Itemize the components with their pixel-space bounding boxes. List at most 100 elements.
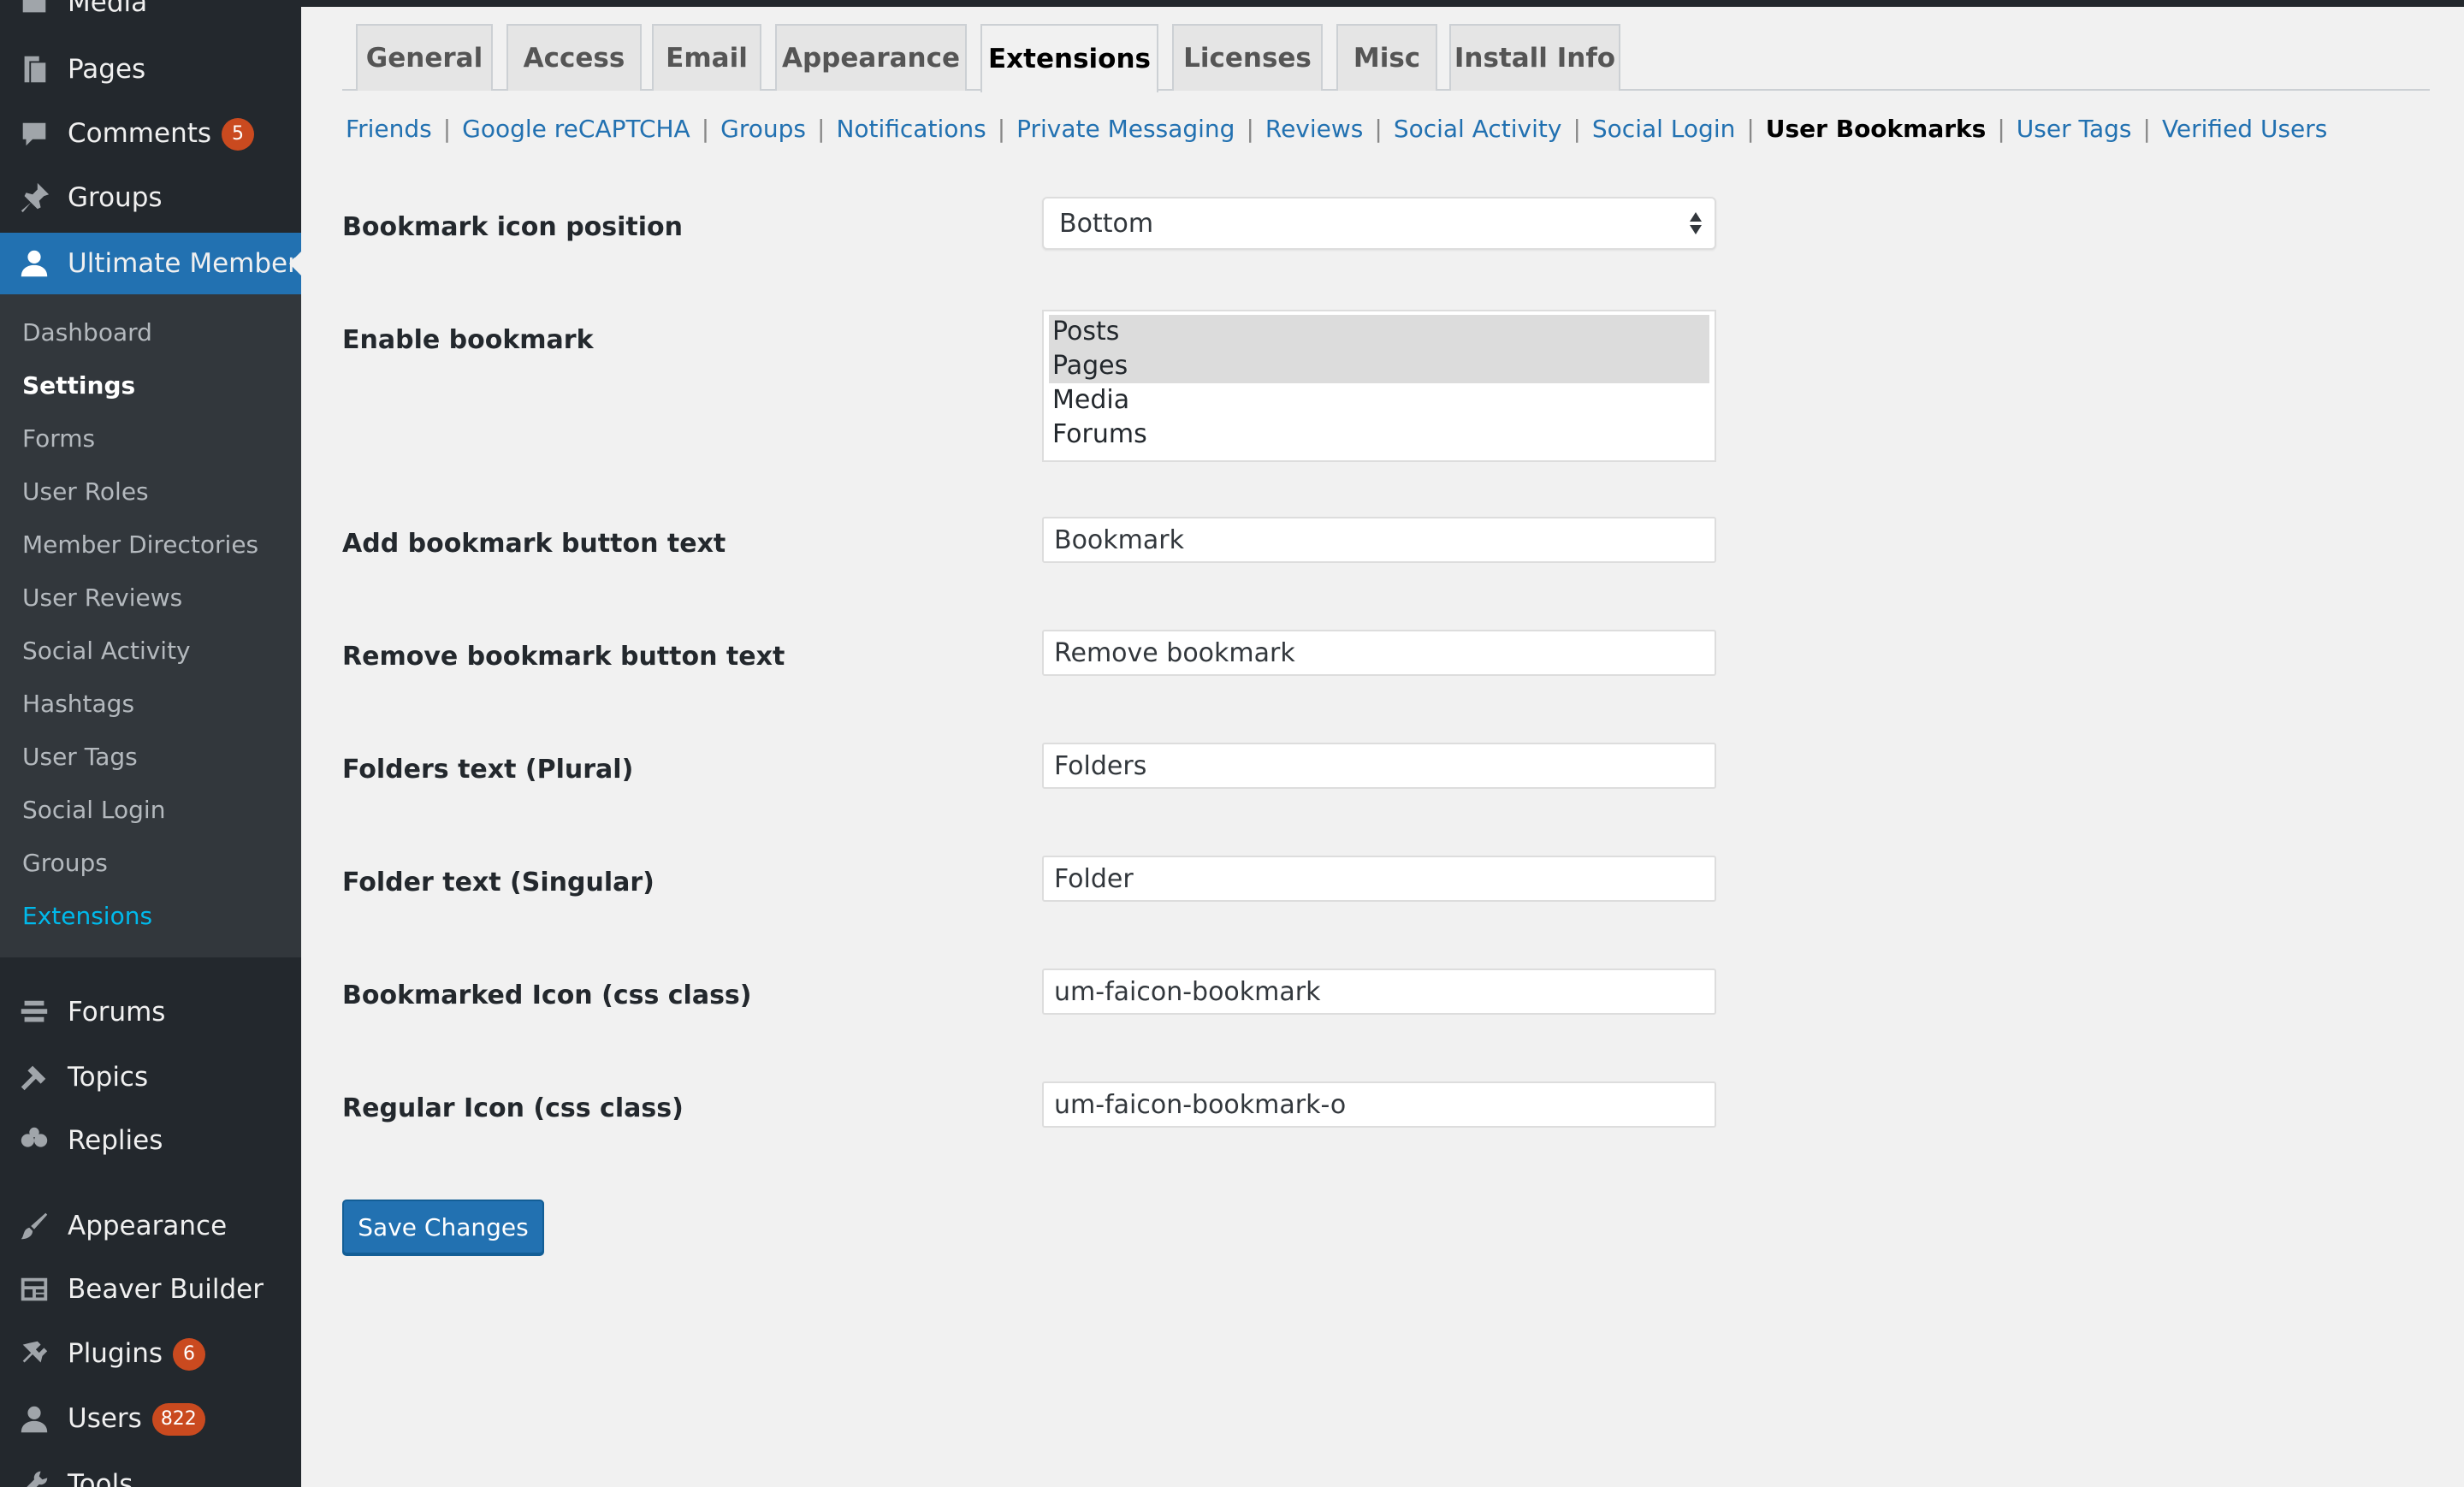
option-media[interactable]: Media: [1049, 383, 1709, 418]
pin-icon: [17, 181, 51, 215]
menu-item-groups[interactable]: Groups: [0, 168, 301, 228]
enable-bookmark-multiselect[interactable]: Posts Pages Media Forums: [1042, 310, 1716, 462]
menu-label: Pages: [68, 54, 146, 85]
menu-item-appearance[interactable]: Appearance: [0, 1196, 301, 1256]
forums-icon: [17, 995, 51, 1029]
submenu-item-social-login[interactable]: Social Login: [22, 796, 165, 824]
user-icon: [17, 246, 51, 281]
topics-icon: [17, 1060, 51, 1094]
label-enable-bookmark: Enable bookmark: [342, 325, 594, 355]
option-pages[interactable]: Pages: [1049, 349, 1709, 383]
submenu-item-dashboard[interactable]: Dashboard: [22, 318, 152, 347]
menu-label: Plugins: [68, 1337, 163, 1369]
menu-label: Replies: [68, 1125, 163, 1156]
subnav-link-friends[interactable]: Friends: [346, 115, 432, 143]
wrench-icon: [17, 1467, 51, 1487]
menu-item-replies[interactable]: Replies: [0, 1111, 301, 1170]
subnav-link-user-tags[interactable]: User Tags: [2017, 115, 2132, 143]
tab-misc[interactable]: Misc: [1336, 24, 1437, 91]
menu-item-forums[interactable]: Forums: [0, 982, 301, 1042]
tab-access[interactable]: Access: [506, 24, 642, 91]
submenu-item-forms[interactable]: Forms: [22, 424, 95, 453]
menu-label: Ultimate Member: [68, 248, 299, 279]
submenu-item-member-directories[interactable]: Member Directories: [22, 530, 258, 559]
folder-singular-input[interactable]: Folder: [1042, 856, 1716, 902]
submenu-item-user-roles[interactable]: User Roles: [22, 477, 149, 506]
users-icon: [17, 1402, 51, 1437]
subnav-link-verified-users[interactable]: Verified Users: [2162, 115, 2327, 143]
icon-position-select[interactable]: Bottom: [1042, 197, 1716, 250]
label-remove-bookmark-text: Remove bookmark button text: [342, 642, 785, 672]
submenu-item-groups[interactable]: Groups: [22, 849, 108, 877]
label-folder-singular: Folder text (Singular): [342, 868, 654, 898]
menu-item-media[interactable]: Media: [0, 0, 301, 33]
subnav-separator: |: [997, 115, 1006, 143]
subnav-current-user-bookmarks: User Bookmarks: [1765, 115, 1987, 143]
tab-licenses[interactable]: Licenses: [1172, 24, 1323, 91]
menu-item-topics[interactable]: Topics: [0, 1047, 301, 1107]
submenu-item-user-tags[interactable]: User Tags: [22, 743, 138, 771]
tab-appearance[interactable]: Appearance: [775, 24, 967, 91]
menu-item-beaver-builder[interactable]: Beaver Builder: [0, 1259, 301, 1319]
layout-icon: [17, 1272, 51, 1306]
subnav-separator: |: [1997, 115, 2005, 143]
add-bookmark-text-input[interactable]: Bookmark: [1042, 517, 1716, 563]
submenu-item-hashtags[interactable]: Hashtags: [22, 690, 134, 718]
menu-label: Users: [68, 1402, 142, 1434]
subnav-separator: |: [442, 115, 452, 143]
submenu-item-user-reviews[interactable]: User Reviews: [22, 584, 182, 612]
label-regular-icon: Regular Icon (css class): [342, 1093, 684, 1123]
subnav-separator: |: [2142, 115, 2151, 143]
settings-content: General Access Email Appearance Extensio…: [301, 7, 2464, 1487]
subnav-link-groups[interactable]: Groups: [720, 115, 806, 143]
subnav-link-google-recaptcha[interactable]: Google reCAPTCHA: [462, 115, 690, 143]
tab-general[interactable]: General: [356, 24, 493, 91]
label-add-bookmark-text: Add bookmark button text: [342, 529, 726, 559]
menu-item-tools[interactable]: Tools: [0, 1454, 301, 1487]
label-folders-plural: Folders text (Plural): [342, 755, 634, 785]
remove-bookmark-text-input[interactable]: Remove bookmark: [1042, 630, 1716, 676]
media-icon: [17, 0, 51, 20]
subnav-separator: |: [1246, 115, 1254, 143]
menu-item-comments[interactable]: Comments 5: [0, 104, 301, 164]
subnav-link-notifications[interactable]: Notifications: [836, 115, 986, 143]
subnav-separator: |: [1746, 115, 1755, 143]
menu-label: Groups: [68, 182, 163, 213]
menu-item-ultimate-member[interactable]: Ultimate Member: [0, 233, 301, 294]
tab-email[interactable]: Email: [652, 24, 761, 91]
label-icon-position: Bookmark icon position: [342, 212, 684, 242]
subnav-link-social-activity[interactable]: Social Activity: [1394, 115, 1562, 143]
select-arrows-icon: [1689, 210, 1703, 236]
submenu-item-extensions[interactable]: Extensions: [22, 902, 152, 930]
subnav-separator: |: [1573, 115, 1581, 143]
submenu-item-settings[interactable]: Settings: [22, 371, 135, 400]
plugins-count-badge: 6: [173, 1338, 206, 1371]
tab-extensions[interactable]: Extensions: [980, 24, 1158, 92]
label-bookmarked-icon: Bookmarked Icon (css class): [342, 980, 752, 1010]
top-bar: [0, 0, 2464, 7]
menu-item-users[interactable]: Users 822: [0, 1389, 301, 1449]
menu-label: Appearance: [68, 1211, 228, 1241]
tab-install-info[interactable]: Install Info: [1449, 24, 1620, 91]
comments-count-badge: 5: [222, 118, 255, 151]
option-forums[interactable]: Forums: [1049, 418, 1709, 452]
ultimate-member-submenu: Dashboard Settings Forms User Roles Memb…: [0, 294, 301, 957]
regular-icon-input[interactable]: um-faicon-bookmark-o: [1042, 1081, 1716, 1128]
brush-icon: [17, 1209, 51, 1243]
menu-label: Beaver Builder: [68, 1274, 264, 1305]
menu-item-pages[interactable]: Pages: [0, 39, 301, 99]
save-changes-button[interactable]: Save Changes: [342, 1200, 544, 1254]
subnav-link-private-messaging[interactable]: Private Messaging: [1016, 115, 1235, 143]
bookmarked-icon-input[interactable]: um-faicon-bookmark: [1042, 969, 1716, 1015]
replies-icon: [17, 1123, 51, 1158]
extensions-subnav: Friends | Google reCAPTCHA | Groups | Notifica…: [346, 115, 2327, 157]
pages-icon: [17, 52, 51, 86]
option-posts[interactable]: Posts: [1049, 315, 1709, 349]
submenu-item-social-activity[interactable]: Social Activity: [22, 637, 191, 665]
subnav-link-reviews[interactable]: Reviews: [1265, 115, 1364, 143]
folders-plural-input[interactable]: Folders: [1042, 743, 1716, 789]
menu-label: Forums: [68, 997, 166, 1028]
subnav-link-social-login[interactable]: Social Login: [1592, 115, 1735, 143]
menu-item-plugins[interactable]: Plugins 6: [0, 1324, 301, 1384]
menu-label: Tools: [68, 1469, 133, 1487]
